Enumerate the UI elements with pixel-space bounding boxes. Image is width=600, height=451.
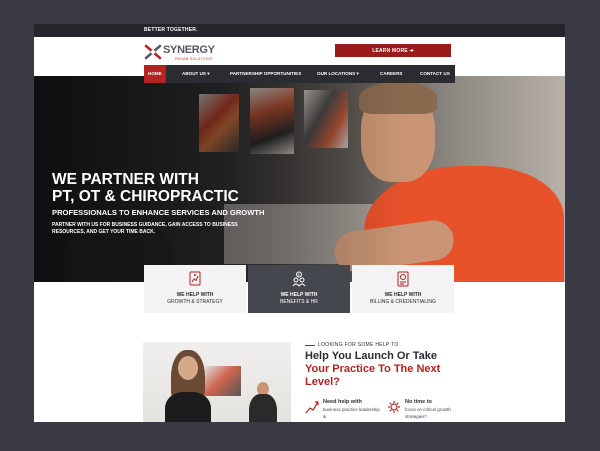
- wall-art-painting: [205, 366, 241, 396]
- nav-contact-us[interactable]: CONTACT US: [420, 65, 450, 83]
- top-announcement-bar: BETTER TOGETHER.: [34, 24, 565, 37]
- photo-man-body: [249, 394, 277, 422]
- section-heading-line-3: Level?: [305, 376, 340, 388]
- service-title: BENEFITS & HR: [280, 299, 318, 305]
- tagline: BETTER TOGETHER.: [144, 27, 198, 33]
- hero-subtitle: PROFESSIONALS TO ENHANCE SERVICES AND GR…: [52, 208, 265, 217]
- section-eyebrow: LOOKING FOR SOME HELP TO: [318, 342, 399, 348]
- section-heading-line-1: Help You Launch Or Take: [305, 350, 438, 362]
- service-card-billing[interactable]: WE HELP WITH BILLING & CREDENTIALING: [352, 265, 454, 313]
- service-card-growth[interactable]: WE HELP WITH GROWTH & STRATEGY: [144, 265, 246, 313]
- svg-text:$: $: [298, 273, 300, 277]
- chart-growth-icon: [305, 401, 319, 414]
- logo-wordmark: SYNERGY: [163, 44, 215, 56]
- nav-partnership-opportunities[interactable]: PARTNERSHIP OPPORTUNITIES: [230, 65, 301, 83]
- logo-subtitle: REHAB SOLUTIONS: [175, 57, 213, 61]
- team-photo: [143, 342, 291, 422]
- feature-title: Need help with: [323, 399, 362, 405]
- hero-heading: WE PARTNER WITH PT, OT & CHIROPRACTIC: [52, 171, 239, 205]
- feature-text: focus on critical growth strategies?: [405, 407, 451, 419]
- synergy-logo[interactable]: SYNERGY REHAB SOLUTIONS: [144, 41, 224, 63]
- nav-home[interactable]: HOME: [144, 65, 166, 83]
- synergy-logo-mark-icon: [144, 44, 162, 60]
- hero-body: PARTNER WITH US FOR BUSINESS GUIDANCE, G…: [52, 222, 238, 235]
- gear-cycle-icon: [388, 401, 400, 413]
- service-label: WE HELP WITH: [176, 292, 214, 298]
- nav-our-locations[interactable]: OUR LOCATIONS ▾: [317, 65, 359, 83]
- people-dollar-icon: $: [292, 271, 306, 287]
- photo-woman-face: [178, 356, 198, 380]
- photo-woman-body: [165, 392, 211, 422]
- service-title: GROWTH & STRATEGY: [167, 299, 223, 305]
- service-label: WE HELP WITH: [280, 292, 318, 298]
- hero-banner: WE PARTNER WITH PT, OT & CHIROPRACTIC PR…: [34, 76, 565, 282]
- site-header: SYNERGY REHAB SOLUTIONS LEARN MORE ➔: [34, 37, 565, 65]
- service-label: WE HELP WITH: [384, 292, 422, 298]
- hero-heading-line-2: PT, OT & CHIROPRACTIC: [52, 188, 239, 205]
- billing-document-icon: [397, 271, 409, 287]
- service-title: BILLING & CREDENTIALING: [370, 299, 436, 305]
- nav-careers[interactable]: CAREERS: [380, 65, 402, 83]
- feature-title: No time to: [405, 399, 432, 405]
- eyebrow-divider: [305, 345, 315, 346]
- main-navigation: HOME ABOUT US ▾ PARTNERSHIP OPPORTUNITIE…: [144, 65, 455, 83]
- service-card-benefits[interactable]: $ WE HELP WITH BENEFITS & HR: [248, 265, 350, 313]
- section-heading-line-2: Your Practice To The Next: [305, 363, 441, 375]
- nav-about-us[interactable]: ABOUT US ▾: [182, 65, 210, 83]
- browser-viewport: BETTER TOGETHER. SYNERGY REHAB SOLUTIONS…: [34, 24, 565, 422]
- feature-text: business practice leadership &: [323, 407, 380, 419]
- services-strip: WE HELP WITH GROWTH & STRATEGY $ WE HELP…: [144, 265, 455, 313]
- growth-chart-icon: [189, 271, 201, 286]
- hero-heading-line-1: WE PARTNER WITH: [52, 171, 199, 188]
- learn-more-button[interactable]: LEARN MORE ➔: [335, 44, 451, 57]
